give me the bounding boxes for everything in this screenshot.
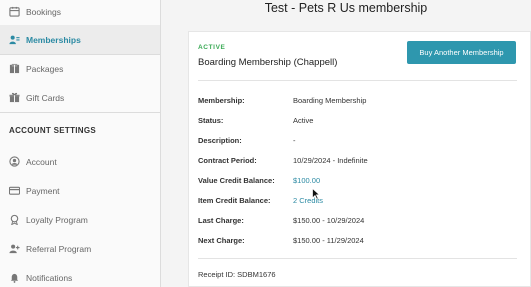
gift-icon [9, 92, 20, 103]
sidebar-item-label: Memberships [26, 34, 81, 45]
detail-label: Next Charge: [198, 235, 245, 245]
sidebar-item-label: Gift Cards [26, 92, 65, 103]
detail-row-contract-period: Contract Period: 10/29/2024 - Indefinite [198, 154, 368, 166]
detail-row-last-charge: Last Charge: $150.00 - 10/29/2024 [198, 214, 364, 226]
detail-row-status: Status: Active [198, 114, 313, 126]
sidebar-item-label: Payment [26, 185, 60, 196]
detail-row-value-credit-balance: Value Credit Balance: $100.00 [198, 174, 320, 186]
detail-label: Description: [198, 135, 242, 145]
detail-value: 10/29/2024 - Indefinite [293, 155, 368, 165]
detail-value: Active [293, 115, 314, 125]
value-credit-link[interactable]: $100.00 [293, 176, 320, 185]
sidebar-divider [0, 112, 160, 113]
detail-label: Item Credit Balance: [198, 195, 271, 205]
detail-value: - [293, 135, 296, 145]
membership-card: ACTIVE Boarding Membership (Chappell) Bu… [188, 31, 531, 287]
members-icon [9, 34, 20, 45]
membership-name: Boarding Membership (Chappell) [198, 57, 338, 68]
sidebar: Bookings Memberships Packages Gift Cards… [0, 0, 161, 287]
sidebar-item-label: Bookings [26, 6, 61, 17]
sidebar-item-label: Account [26, 156, 57, 167]
buy-another-membership-button[interactable]: Buy Another Membership [407, 41, 516, 64]
sidebar-item-payment[interactable]: Payment [0, 176, 160, 205]
sidebar-item-packages[interactable]: Packages [0, 54, 160, 83]
sidebar-item-referral-program[interactable]: Referral Program [0, 234, 160, 263]
mouse-cursor-icon [312, 187, 321, 200]
detail-value: $150.00 - 10/29/2024 [293, 215, 365, 225]
sidebar-item-label: Referral Program [26, 243, 92, 254]
sidebar-item-label: Loyalty Program [26, 214, 88, 225]
sidebar-item-label: Notifications [26, 272, 73, 283]
receipt-id: Receipt ID: SDBM1676 [198, 270, 276, 279]
detail-label: Membership: [198, 95, 245, 105]
account-settings-heading: ACCOUNT SETTINGS [9, 126, 97, 135]
detail-label: Value Credit Balance: [198, 175, 275, 185]
bell-icon [9, 272, 20, 283]
detail-value: $150.00 - 11/29/2024 [293, 235, 364, 245]
sidebar-item-label: Packages [26, 63, 64, 74]
sidebar-item-gift-cards[interactable]: Gift Cards [0, 83, 160, 112]
user-circle-icon [9, 156, 20, 167]
detail-row-description: Description: - [198, 134, 296, 146]
credit-card-icon [9, 185, 20, 196]
card-divider [198, 258, 517, 259]
sidebar-item-memberships[interactable]: Memberships [0, 25, 160, 54]
detail-row-item-credit-balance: Item Credit Balance: 2 Credits [198, 194, 323, 206]
sidebar-item-account[interactable]: Account [0, 147, 160, 176]
add-user-icon [9, 243, 20, 254]
detail-row-next-charge: Next Charge: $150.00 - 11/29/2024 [198, 234, 364, 246]
page-title: Test - Pets R Us membership [264, 1, 428, 15]
calendar-icon [9, 6, 20, 17]
detail-row-membership: Membership: Boarding Membership [198, 94, 366, 106]
sidebar-item-notifications[interactable]: Notifications [0, 263, 160, 287]
detail-label: Status: [198, 115, 224, 125]
card-divider [198, 80, 517, 81]
status-badge: ACTIVE [198, 44, 226, 51]
medal-icon [9, 214, 20, 225]
detail-label: Last Charge: [198, 215, 244, 225]
detail-value: Boarding Membership [293, 95, 367, 105]
package-icon [9, 63, 20, 74]
sidebar-item-bookings[interactable]: Bookings [0, 0, 160, 26]
sidebar-item-loyalty-program[interactable]: Loyalty Program [0, 205, 160, 234]
detail-label: Contract Period: [198, 155, 257, 165]
